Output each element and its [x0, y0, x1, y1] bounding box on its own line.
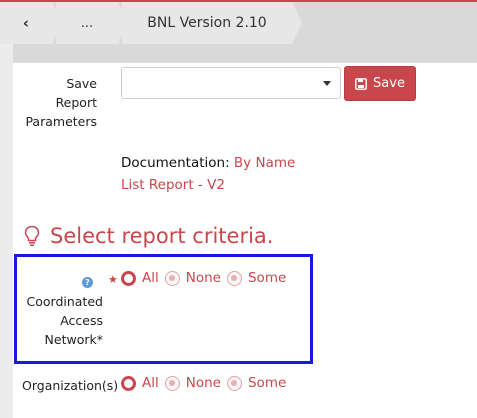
panel-top-border [13, 62, 477, 63]
saved-params-select[interactable] [121, 67, 341, 99]
breadcrumb: ‹ ... BNL Version 2.10 [0, 2, 477, 44]
breadcrumb-current: BNL Version 2.10 [122, 2, 292, 44]
radio-none-label[interactable]: None [186, 270, 221, 286]
save-params-label-line: Save [66, 76, 97, 91]
radio-all[interactable] [121, 270, 136, 286]
breadcrumb-back-button[interactable]: ‹ [0, 2, 52, 44]
lightbulb-icon [24, 225, 40, 246]
section-title: Select report criteria. [24, 224, 273, 248]
save-button[interactable]: Save [344, 66, 416, 101]
floppy-disk-icon [355, 77, 367, 90]
save-button-label: Save [373, 76, 405, 91]
radio-some[interactable] [226, 270, 242, 286]
required-star-icon: ★ [108, 273, 118, 286]
radio-none-label[interactable]: None [186, 375, 221, 391]
help-icon-glyph: ? [85, 278, 90, 287]
left-gutter [0, 44, 13, 418]
radio-some-label[interactable]: Some [248, 375, 286, 391]
coordinated-access-network-radio-group: All None Some [121, 270, 292, 286]
panel-header-gap [0, 44, 477, 62]
coordinated-access-network-label: Coordinated Access Network* [20, 292, 103, 349]
breadcrumb-ellipsis-label: ... [80, 15, 94, 31]
save-params-label-line: Parameters [25, 114, 97, 129]
radio-none[interactable] [164, 375, 180, 391]
back-chevron-icon: ‹ [22, 14, 30, 32]
required-star-glyph: ★ [108, 273, 118, 286]
field-label-line: Organization(s) [22, 378, 119, 393]
breadcrumb-ellipsis[interactable]: ... [56, 2, 118, 44]
documentation-link-line: List Report - V2 [121, 177, 225, 193]
save-params-label-line: Report [55, 95, 97, 110]
radio-all-label[interactable]: All [142, 270, 159, 286]
radio-none[interactable] [164, 270, 180, 286]
radio-some[interactable] [226, 375, 242, 391]
help-icon[interactable]: ? [82, 277, 93, 288]
organizations-label: Organization(s) [22, 376, 122, 395]
breadcrumb-chevron [292, 2, 302, 44]
chevron-down-icon [323, 81, 331, 86]
radio-all[interactable] [121, 375, 136, 391]
documentation: Documentation: By Name List Report - V2 [121, 152, 321, 196]
breadcrumb-current-label: BNL Version 2.10 [147, 15, 267, 31]
field-label-line: Access [60, 313, 103, 328]
radio-some-label[interactable]: Some [248, 270, 286, 286]
documentation-link-line: By Name [233, 155, 296, 171]
save-params-label: Save Report Parameters [20, 74, 97, 131]
radio-all-label[interactable]: All [142, 375, 159, 391]
documentation-label: Documentation: [121, 155, 230, 171]
field-label-line: Coordinated [26, 294, 103, 309]
section-title-text: Select report criteria. [50, 224, 274, 248]
field-label-line: Network* [44, 332, 103, 347]
organizations-radio-group: All None Some [121, 375, 292, 391]
